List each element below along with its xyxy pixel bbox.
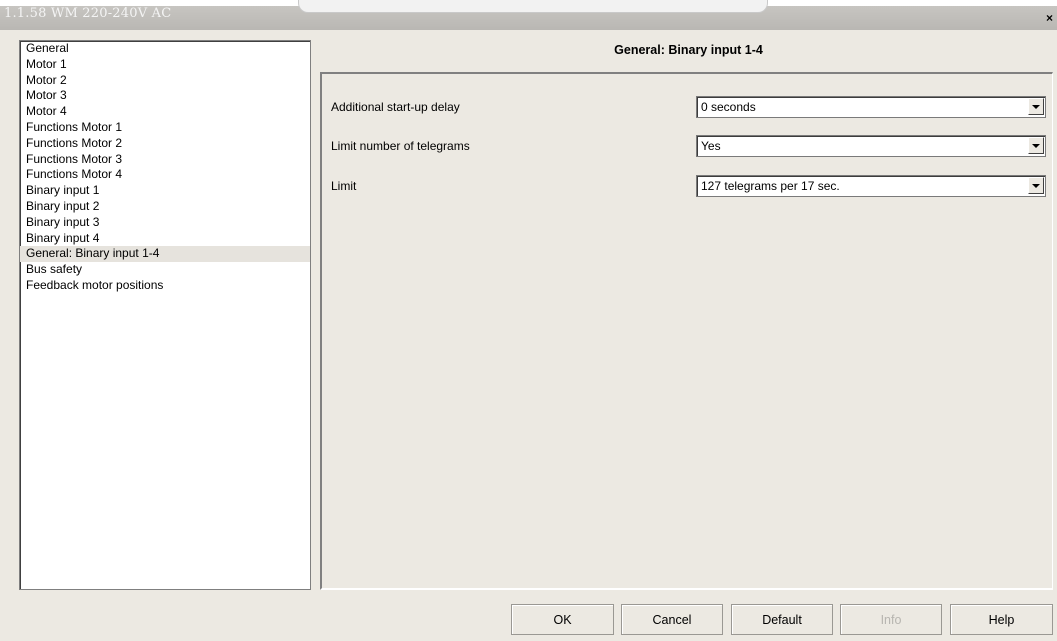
param-label: Limit [331,179,357,193]
nav-item-motor-3[interactable]: Motor 3 [20,88,310,104]
nav-item-functions-motor-4[interactable]: Functions Motor 4 [20,167,310,183]
dropdown-value: 127 telegrams per 17 sec. [701,179,840,193]
nav-item-binary-input-3[interactable]: Binary input 3 [20,215,310,231]
nav-item-binary-input-1[interactable]: Binary input 1 [20,183,310,199]
nav-item-functions-motor-3[interactable]: Functions Motor 3 [20,152,310,168]
nav-item-functions-motor-1[interactable]: Functions Motor 1 [20,120,310,136]
param-label: Limit number of telegrams [331,139,470,153]
title-bar: 1.1.58 WM 220-240V AC × [0,0,1057,30]
info-button: Info [840,604,942,635]
title-tab-decoration [298,0,768,13]
chevron-down-icon[interactable] [1028,177,1044,194]
ok-button[interactable]: OK [511,604,614,635]
page-title: General: Binary input 1-4 [614,43,763,57]
chevron-down-icon[interactable] [1028,98,1044,115]
parameter-panel: Additional start-up delay 0 seconds Limi… [320,72,1053,590]
nav-item-functions-motor-2[interactable]: Functions Motor 2 [20,136,310,152]
limit-telegrams-dropdown[interactable]: Yes [696,135,1046,157]
nav-item-binary-input-4[interactable]: Binary input 4 [20,231,310,247]
nav-item-general-binary-input[interactable]: General: Binary input 1-4 [20,246,310,263]
dropdown-value: 0 seconds [701,100,756,114]
nav-item-feedback-motor-positions[interactable]: Feedback motor positions [20,278,310,294]
cancel-button[interactable]: Cancel [621,604,723,635]
window-title: 1.1.58 WM 220-240V AC [4,6,172,21]
nav-item-motor-4[interactable]: Motor 4 [20,104,310,120]
param-row-startup-delay: Additional start-up delay 0 seconds [331,96,1051,118]
parameter-tree: General Motor 1 Motor 2 Motor 3 Motor 4 … [19,40,311,590]
close-icon[interactable]: × [1046,11,1053,25]
default-button[interactable]: Default [731,604,833,635]
nav-item-motor-2[interactable]: Motor 2 [20,73,310,89]
limit-dropdown[interactable]: 127 telegrams per 17 sec. [696,175,1046,197]
dropdown-value: Yes [701,139,721,153]
param-row-limit: Limit 127 telegrams per 17 sec. [331,175,1051,197]
help-button[interactable]: Help [950,604,1053,635]
nav-item-binary-input-2[interactable]: Binary input 2 [20,199,310,215]
startup-delay-dropdown[interactable]: 0 seconds [696,96,1046,118]
nav-item-motor-1[interactable]: Motor 1 [20,57,310,73]
nav-item-general[interactable]: General [20,41,310,57]
param-row-limit-telegrams: Limit number of telegrams Yes [331,135,1051,157]
param-label: Additional start-up delay [331,100,460,114]
chevron-down-icon[interactable] [1028,137,1044,154]
nav-item-bus-safety[interactable]: Bus safety [20,262,310,278]
